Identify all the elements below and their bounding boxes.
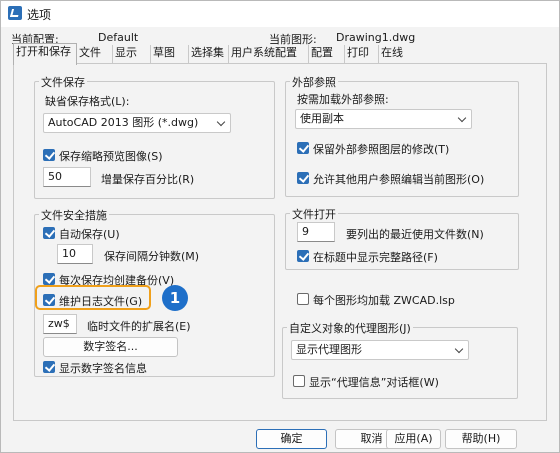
recent-files-label: 要列出的最近使用文件数(N) — [346, 228, 484, 241]
step-badge: 1 — [162, 285, 188, 311]
window-title: 选项 — [27, 8, 52, 22]
highlight-outline — [35, 285, 151, 310]
tab-plot[interactable]: 打印 — [345, 45, 379, 63]
tab-user-preferences[interactable]: 用户系统配置 — [229, 45, 309, 63]
increment-save-label: 增量保存百分比(R) — [101, 173, 195, 186]
load-lsp-label: 每个图形均加载 ZWCAD.lsp — [313, 294, 455, 307]
recent-files-input[interactable]: 9 — [297, 222, 335, 242]
digital-signature-button[interactable]: 数字签名... — [43, 337, 178, 357]
xref-load-label: 按需加载外部参照: — [297, 93, 389, 106]
tab-open-save[interactable]: 打开和保存 — [13, 43, 77, 65]
current-drawing-value: Drawing1.dwg — [336, 31, 416, 44]
create-backup-checkbox[interactable] — [43, 273, 55, 285]
save-interval-label: 保存间隔分钟数(M) — [104, 250, 200, 263]
help-button[interactable]: 帮助(H) — [445, 429, 517, 449]
tab-profiles[interactable]: 配置 — [309, 45, 345, 63]
default-format-value: AutoCAD 2013 图形 (*.dwg) — [48, 116, 199, 129]
proxy-select[interactable]: 显示代理图形 — [291, 340, 469, 360]
title-bar: 选项 — [1, 1, 559, 27]
load-lsp-checkbox[interactable] — [297, 293, 309, 305]
show-signature-checkbox[interactable] — [43, 361, 55, 373]
increment-save-input[interactable]: 50 — [43, 167, 91, 187]
tab-display[interactable]: 显示 — [113, 45, 151, 63]
apply-button[interactable]: 应用(A) — [386, 429, 441, 449]
tab-files[interactable]: 文件 — [77, 45, 113, 63]
chevron-down-icon — [216, 117, 226, 127]
default-format-label: 缺省保存格式(L): — [45, 95, 130, 108]
file-safety-title: 文件安全措施 — [39, 207, 109, 223]
temp-extension-input[interactable]: zw$ — [43, 314, 77, 334]
tab-selection[interactable]: 选择集 — [189, 45, 229, 63]
xref-title: 外部参照 — [290, 74, 338, 90]
tab-drafting[interactable]: 草图 — [151, 45, 189, 63]
save-thumbnail-checkbox[interactable] — [43, 149, 55, 161]
proxy-info-checkbox[interactable] — [293, 375, 305, 387]
full-path-checkbox[interactable] — [297, 250, 309, 262]
tab-online[interactable]: 在线 — [379, 45, 415, 63]
temp-extension-label: 临时文件的扩展名(E) — [87, 320, 191, 333]
save-thumbnail-label: 保存缩略预览图像(S) — [59, 150, 163, 163]
full-path-label: 在标题中显示完整路径(F) — [313, 251, 438, 264]
proxy-value: 显示代理图形 — [296, 343, 362, 356]
autosave-checkbox[interactable] — [43, 227, 55, 239]
allow-edit-label: 允许其他用户参照编辑当前图形(O) — [313, 173, 485, 186]
chevron-down-icon — [454, 344, 464, 354]
xref-load-value: 使用副本 — [300, 112, 344, 125]
proxy-title: 自定义对象的代理图形(J) — [287, 320, 413, 336]
save-interval-input[interactable]: 10 — [57, 244, 93, 264]
file-save-title: 文件保存 — [39, 74, 87, 90]
autosave-label: 自动保存(U) — [59, 228, 120, 241]
retain-xref-changes-label: 保留外部参照图层的修改(T) — [313, 143, 450, 156]
current-profile-value: Default — [98, 31, 139, 44]
xref-load-select[interactable]: 使用副本 — [295, 109, 472, 129]
options-dialog: 选项 当前配置: Default 当前图形: Drawing1.dwg 打开和保… — [0, 0, 560, 453]
chevron-down-icon — [457, 113, 467, 123]
default-format-select[interactable]: AutoCAD 2013 图形 (*.dwg) — [43, 113, 231, 133]
proxy-info-label: 显示“代理信息”对话框(W) — [309, 376, 439, 389]
file-open-title: 文件打开 — [290, 206, 338, 222]
show-signature-label: 显示数字签名信息 — [59, 362, 147, 375]
ok-button[interactable]: 确定 — [256, 429, 327, 449]
retain-xref-changes-checkbox[interactable] — [297, 142, 309, 154]
app-icon — [8, 6, 22, 20]
allow-edit-checkbox[interactable] — [297, 172, 309, 184]
